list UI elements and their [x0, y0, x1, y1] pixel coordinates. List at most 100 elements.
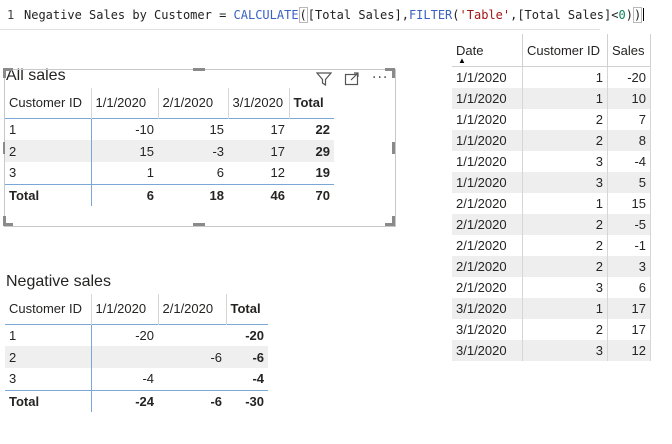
table-row: 2/1/2020 2 -5	[452, 213, 651, 235]
customer-id-cell: 2	[5, 346, 92, 368]
date-cell: 1/1/2020	[452, 129, 523, 151]
table-row: 1/1/2020 1 -20	[452, 66, 651, 88]
resize-handle[interactable]	[193, 223, 205, 226]
resize-handle[interactable]	[3, 216, 6, 226]
value-cell	[158, 324, 226, 346]
column-header[interactable]: 1/1/2020	[91, 88, 159, 118]
row-total-cell: -6	[226, 346, 268, 368]
sales-cell: -20	[607, 66, 651, 88]
negative-sales-title: Negative sales	[6, 273, 111, 290]
customer-id-cell: 3	[5, 162, 92, 184]
total-cell: 6	[91, 183, 158, 206]
sales-cell: -5	[607, 213, 651, 235]
sales-cell: -1	[607, 234, 651, 256]
matrix-header-row: Customer ID 1/1/2020 2/1/2020 Total	[5, 294, 268, 324]
more-options-icon[interactable]: ···	[372, 70, 388, 86]
date-cell: 3/1/2020	[452, 339, 523, 361]
column-header[interactable]: 2/1/2020	[158, 294, 227, 324]
value-cell: -3	[158, 140, 228, 162]
all-sales-matrix: Customer ID 1/1/2020 2/1/2020 3/1/2020 T…	[5, 88, 334, 206]
formula-text[interactable]: Negative Sales by Customer = CALCULATE([…	[24, 0, 645, 30]
filter-icon[interactable]	[316, 72, 332, 86]
sales-cell: 7	[607, 108, 651, 130]
customer-id-cell: 2	[5, 140, 92, 162]
focus-mode-icon[interactable]	[344, 72, 360, 86]
column-header[interactable]: 1/1/2020	[91, 294, 159, 324]
resize-handle[interactable]	[392, 68, 395, 78]
matrix-header-row: Customer ID 1/1/2020 2/1/2020 3/1/2020 T…	[5, 88, 334, 118]
customer-id-cell: 2	[522, 108, 608, 130]
customer-id-cell: 1	[522, 66, 608, 88]
data-header-row: Date ▲ Customer ID Sales	[452, 34, 651, 67]
row-total-cell: -20	[245, 327, 264, 343]
table-row: 2 -6 -6	[5, 346, 268, 368]
row-total-cell: -4	[252, 371, 264, 387]
table-ref: 'Table'	[459, 8, 511, 22]
value-cell: 1	[146, 165, 154, 181]
value-cell: 17	[228, 140, 289, 162]
table-row: 1/1/2020 3 -4	[452, 150, 651, 172]
measure-name: Negative Sales by Customer =	[24, 8, 234, 22]
table-row: 1/1/2020 2 7	[452, 108, 651, 130]
column-header-sales[interactable]: Sales	[607, 34, 651, 67]
column-header[interactable]: 2/1/2020	[158, 88, 229, 118]
resize-handle[interactable]	[392, 142, 395, 154]
sales-cell: 15	[607, 192, 651, 214]
value-cell: -6	[158, 346, 226, 368]
column-header-date[interactable]: Date ▲	[452, 34, 523, 67]
value-cell: 15	[91, 140, 158, 162]
customer-id-cell: 2	[522, 234, 608, 256]
value-cell	[158, 368, 226, 390]
sort-ascending-icon[interactable]: ▲	[458, 56, 466, 65]
customer-id-cell: 2	[522, 129, 608, 151]
sales-cell: -4	[607, 150, 651, 172]
sales-cell: 12	[607, 339, 651, 361]
resize-handle[interactable]	[392, 216, 395, 226]
total-label: Total	[5, 183, 92, 206]
grand-total-cell: -30	[226, 389, 268, 412]
date-cell: 1/1/2020	[452, 171, 523, 193]
column-header-customer-id[interactable]: Customer ID	[522, 34, 608, 67]
date-cell: 2/1/2020	[452, 276, 523, 298]
table-row: 3/1/2020 1 17	[452, 297, 651, 319]
column-header[interactable]: 3/1/2020	[228, 88, 290, 118]
customer-id-cell: 1	[5, 118, 92, 140]
row-total-cell: 19	[315, 165, 330, 181]
value-cell: 12	[270, 165, 285, 181]
column-header[interactable]: Customer ID	[5, 88, 92, 118]
formula-bar[interactable]: 1 Negative Sales by Customer = CALCULATE…	[0, 0, 645, 30]
formula-arg1: [Total Sales],	[307, 8, 409, 22]
column-header-total[interactable]: Total	[226, 294, 268, 324]
value-cell	[91, 346, 158, 368]
column-header-total[interactable]: Total	[289, 88, 334, 118]
formula-zero: 0	[618, 8, 626, 22]
table-row: 2/1/2020 3 6	[452, 276, 651, 298]
total-row: Total 6 18 46 70	[5, 183, 334, 206]
date-cell: 2/1/2020	[452, 192, 523, 214]
total-row: Total -24 -6 -30	[5, 389, 268, 412]
value-cell: -10	[135, 121, 154, 137]
table-row: 1/1/2020 3 5	[452, 171, 651, 193]
sales-cell: 8	[607, 129, 651, 151]
resize-handle[interactable]	[3, 68, 6, 78]
grand-total-cell: 70	[289, 183, 334, 206]
sales-cell: 6	[607, 276, 651, 298]
data-view-table: Date ▲ Customer ID Sales 1/1/2020 1 -20 1/1/…	[452, 34, 651, 361]
date-cell: 2/1/2020	[452, 255, 523, 277]
sales-cell: 10	[607, 87, 651, 109]
line-number: 1	[7, 8, 15, 22]
date-cell: 1/1/2020	[452, 87, 523, 109]
text-cursor	[643, 8, 645, 21]
resize-handle[interactable]	[193, 68, 205, 71]
value-cell: 15	[209, 121, 224, 137]
table-row: 3 1 6 12 19	[5, 162, 334, 184]
sales-cell: 17	[607, 318, 651, 340]
formula-arg2: ,[Total Sales]<	[510, 8, 619, 22]
customer-id-cell: 2	[522, 255, 608, 277]
column-header[interactable]: Customer ID	[5, 294, 92, 324]
table-row: 2/1/2020 1 15	[452, 192, 651, 214]
table-row: 1 -10 15 17 22	[5, 118, 334, 140]
calculate-fn: CALCULATE	[233, 8, 299, 22]
date-cell: 3/1/2020	[452, 297, 523, 319]
sales-cell: 3	[607, 255, 651, 277]
